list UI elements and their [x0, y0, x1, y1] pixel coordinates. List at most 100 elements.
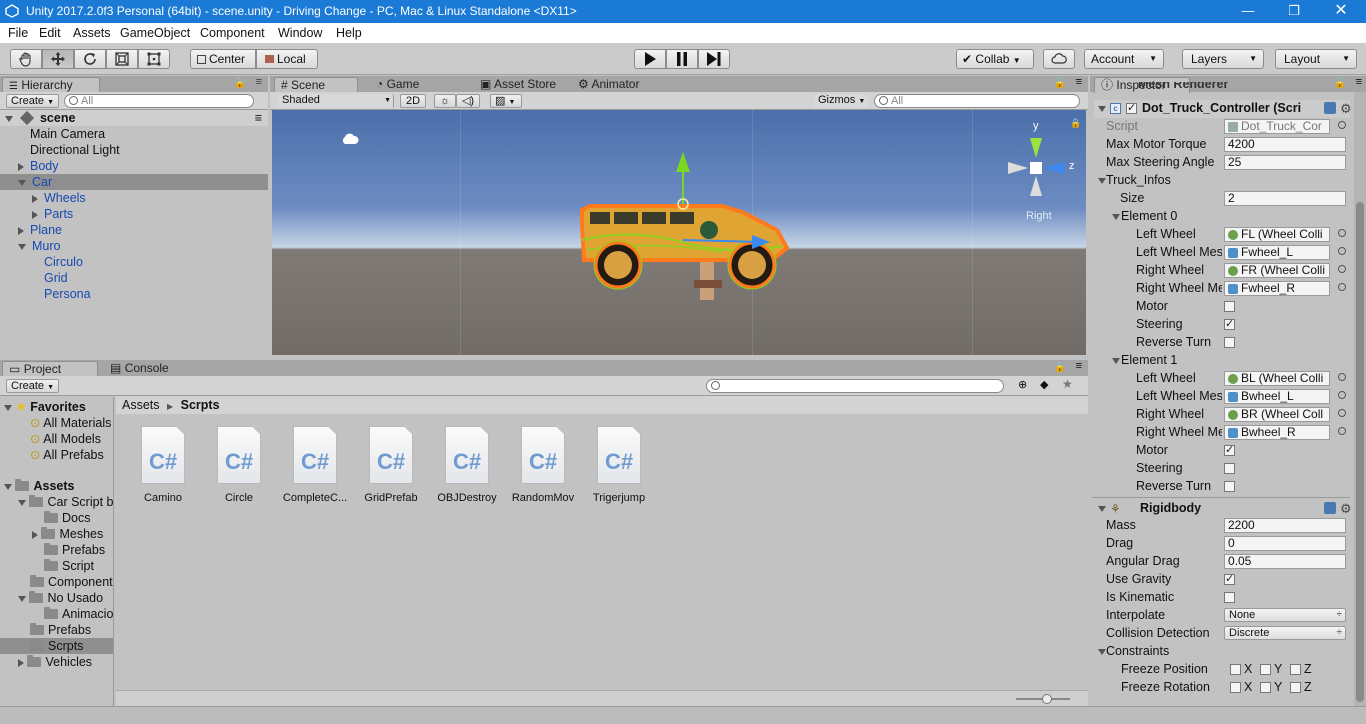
lock-icon[interactable]: 🔒 [1054, 78, 1066, 89]
expand-arrow-icon[interactable] [5, 115, 13, 122]
tab-asset-store[interactable]: ▣ Asset Store [474, 77, 562, 93]
expand-arrow-icon[interactable] [1098, 506, 1106, 512]
inspector-scrollbar[interactable] [1354, 92, 1366, 706]
expand-arrow-icon[interactable] [1098, 178, 1106, 184]
breadcrumb-assets[interactable]: Assets [122, 398, 160, 412]
tree-item-animacio[interactable]: Animacio [0, 606, 113, 622]
maximize-icon[interactable]: ❐ [1285, 2, 1303, 20]
account-dropdown[interactable]: Account ▼ [1084, 49, 1164, 69]
angular-drag-input[interactable]: 0.05 [1224, 554, 1346, 569]
menu-gameobject[interactable]: GameObject [120, 26, 190, 40]
lock-icon[interactable]: 🔒 [1334, 78, 1346, 89]
pivot-center-toggle[interactable]: Center [190, 49, 256, 69]
e0-steering-checkbox[interactable] [1224, 316, 1235, 333]
play-button[interactable] [634, 49, 666, 69]
gizmo-view-label[interactable]: Right [1026, 210, 1052, 222]
help-book-icon[interactable] [1324, 502, 1336, 514]
breadcrumb-scrpts[interactable]: Scrpts [181, 398, 220, 412]
pause-button[interactable] [666, 49, 698, 69]
script-file-gridprefab[interactable]: C# GridPrefab [353, 426, 429, 504]
script-file-randommov[interactable]: C# RandomMov [505, 426, 581, 504]
drag-input[interactable]: 0 [1224, 536, 1346, 551]
tab-project[interactable]: ▭ Project [2, 361, 98, 377]
e1-left-mesh-field[interactable]: Bwheel_L [1224, 389, 1330, 404]
favorite-all-prefabs[interactable]: ⊙ All Prefabs [0, 447, 113, 463]
move-tool-button[interactable] [42, 49, 74, 69]
hierarchy-item-main-camera[interactable]: Main Camera [0, 126, 268, 142]
panel-menu-icon[interactable]: ≡ [255, 110, 262, 126]
project-create-dropdown[interactable]: Create ▼ [6, 379, 60, 393]
hierarchy-item-parts[interactable]: Parts [0, 206, 268, 222]
constraints-row[interactable]: Constraints [1094, 643, 1350, 660]
hierarchy-item-car[interactable]: Car [0, 174, 268, 190]
hand-tool-button[interactable] [10, 49, 42, 69]
e1-left-wheel-field[interactable]: BL (Wheel Colli [1224, 371, 1330, 386]
scene-search-input[interactable]: All [874, 94, 1080, 108]
hierarchy-item-wheels[interactable]: Wheels [0, 190, 268, 206]
freeze-position-y-checkbox[interactable] [1260, 664, 1271, 675]
freeze-position-x-checkbox[interactable] [1230, 664, 1241, 675]
menu-assets[interactable]: Assets [73, 26, 111, 40]
object-picker-icon[interactable] [1338, 229, 1346, 237]
e0-left-mesh-field[interactable]: Fwheel_L [1224, 245, 1330, 260]
collab-dropdown[interactable]: ✔ Collab ▼ [956, 49, 1034, 69]
gizmos-dropdown[interactable]: Gizmos ▼ [814, 94, 868, 108]
panel-menu-icon[interactable]: ≡ [256, 76, 262, 88]
tab-hierarchy[interactable]: ☰ Hierarchy [2, 77, 100, 93]
tree-item-meshes[interactable]: Meshes [0, 526, 113, 542]
object-picker-icon[interactable] [1338, 283, 1346, 291]
expand-arrow-icon[interactable] [18, 243, 26, 250]
favorites-header[interactable]: ★ Favorites [0, 399, 113, 415]
project-search-input[interactable] [706, 379, 1004, 393]
tab-console[interactable]: ▤ Console [104, 361, 175, 377]
audio-toggle[interactable]: ◁) [456, 94, 480, 108]
is-kinematic-checkbox[interactable] [1224, 592, 1235, 603]
layers-dropdown[interactable]: Layers ▼ [1182, 49, 1264, 69]
gear-icon[interactable]: ⚙ [1340, 500, 1352, 517]
script-file-camino[interactable]: C# Camino [125, 426, 201, 504]
layout-dropdown[interactable]: Layout ▼ [1275, 49, 1357, 69]
step-button[interactable] [698, 49, 730, 69]
menu-window[interactable]: Window [278, 26, 322, 40]
expand-arrow-icon[interactable] [18, 179, 26, 186]
object-picker-icon[interactable] [1338, 409, 1346, 417]
hierarchy-create-dropdown[interactable]: Create ▼ [6, 94, 60, 108]
object-picker-icon[interactable] [1338, 427, 1346, 435]
collision-detection-dropdown[interactable]: Discrete [1224, 626, 1346, 640]
minimize-icon[interactable]: — [1239, 2, 1257, 20]
hierarchy-item-plane[interactable]: Plane [0, 222, 268, 238]
object-picker-icon[interactable] [1338, 373, 1346, 381]
mass-input[interactable]: 2200 [1224, 518, 1346, 533]
toggle-2d-button[interactable]: 2D [400, 94, 426, 108]
lock-icon[interactable]: 🔒 [1054, 362, 1066, 373]
effects-dropdown[interactable]: ▨ ▼ [490, 94, 522, 108]
hierarchy-search-input[interactable]: All [64, 94, 254, 108]
car-model[interactable] [572, 150, 802, 300]
object-picker-icon[interactable] [1338, 391, 1346, 399]
menu-component[interactable]: Component [200, 26, 265, 40]
hierarchy-item-body[interactable]: Body [0, 158, 268, 174]
tree-item-component[interactable]: Component [0, 574, 113, 590]
assets-header[interactable]: Assets [0, 478, 113, 494]
menu-file[interactable]: File [8, 26, 28, 40]
expand-arrow-icon[interactable] [1098, 106, 1106, 112]
object-picker-icon[interactable] [1338, 247, 1346, 255]
lock-icon[interactable]: 🔒 [234, 78, 246, 89]
script-object-field[interactable]: Dot_Truck_Cor [1224, 119, 1330, 134]
max-motor-torque-input[interactable]: 4200 [1224, 137, 1346, 152]
e0-right-mesh-field[interactable]: Fwheel_R [1224, 281, 1330, 296]
e1-motor-checkbox[interactable] [1224, 442, 1235, 459]
e1-reverse-checkbox[interactable] [1224, 481, 1235, 492]
rect-tool-button[interactable] [138, 49, 170, 69]
script-file-objdestroy[interactable]: C# OBJDestroy [429, 426, 505, 504]
tab-scene[interactable]: # Scene [274, 77, 358, 93]
expand-arrow-icon[interactable] [1112, 358, 1120, 364]
tree-item-no-usado[interactable]: No Usado [0, 590, 113, 606]
component-header-rigidbody[interactable]: ⚘ Rigidbody ⚙ [1094, 500, 1352, 518]
script-file-completec[interactable]: C# CompleteC... [277, 426, 353, 504]
filter-by-label-icon[interactable]: ◆ [1040, 378, 1048, 391]
slider-thumb[interactable] [1042, 694, 1052, 704]
expand-arrow-icon[interactable] [18, 658, 24, 667]
expand-arrow-icon[interactable] [32, 530, 38, 539]
hierarchy-item-directional-light[interactable]: Directional Light [0, 142, 268, 158]
